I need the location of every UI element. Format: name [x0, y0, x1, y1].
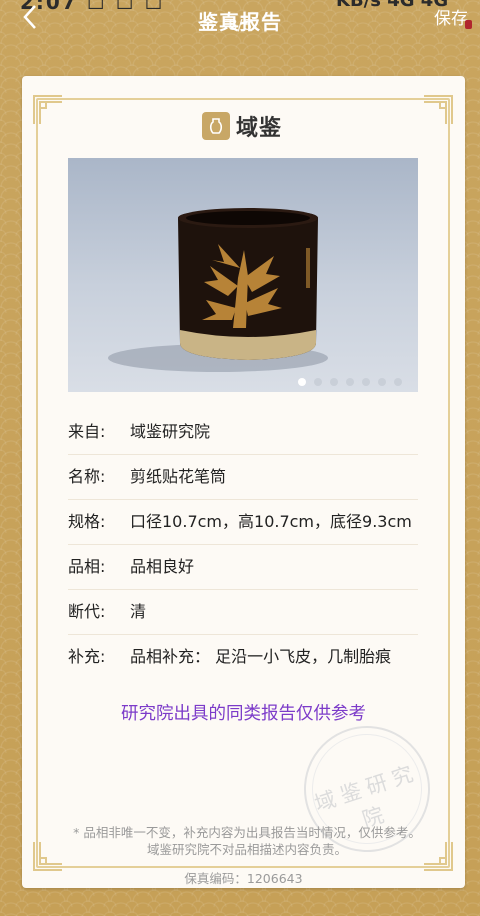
report-card: 域鉴 来自: 域鉴研究院 名称: 剪纸贴花笔筒 规格: 口径10.7cm，高10…	[22, 76, 465, 888]
disclaimer-text: * 品相非唯一不变，补充内容为出具报告当时情况，仅供参考。域鉴研究院不对品相描述…	[73, 825, 421, 857]
detail-value: 域鉴研究院	[130, 422, 211, 441]
detail-label: 规格:	[68, 512, 106, 531]
carousel-dot[interactable]	[298, 378, 306, 386]
chevron-left-icon	[23, 5, 36, 29]
reference-notice: 研究院出具的同类报告仅供参考	[121, 704, 366, 724]
detail-label: 断代:	[68, 602, 106, 621]
detail-value: 口径10.7cm，高10.7cm，底径9.3cm	[130, 512, 412, 531]
detail-row-period: 断代: 清	[68, 590, 418, 635]
detail-label: 名称:	[68, 467, 106, 486]
seal-icon	[465, 20, 472, 29]
back-button[interactable]	[14, 2, 46, 32]
corner-ornament-icon	[33, 95, 62, 124]
detail-row-notes: 补充: 品相补充： 足沿一小飞皮，几制胎痕	[68, 635, 418, 679]
details-list: 来自: 域鉴研究院 名称: 剪纸贴花笔筒 规格: 口径10.7cm，高10.7c…	[68, 410, 418, 679]
authenticity-code: 保真编码：1206643	[184, 871, 303, 886]
status-network: KB/s 4G 4G	[336, 0, 449, 11]
carousel-dots	[298, 378, 402, 386]
page-indicator: 8/8	[228, 16, 253, 34]
detail-value: 品相补充： 足沿一小飞皮，几制胎痕	[130, 647, 392, 666]
carousel-dot[interactable]	[330, 378, 338, 386]
top-nav-bar: 2:07 ☐ ☐ ☐ KB/s 4G 4G 鉴真报告 8/8 保存	[0, 0, 480, 40]
detail-value: 剪纸贴花笔筒	[130, 467, 227, 486]
save-button[interactable]: 保存	[434, 4, 468, 29]
detail-label: 补充:	[68, 647, 106, 666]
item-photo-carousel[interactable]	[68, 158, 418, 392]
detail-label: 品相:	[68, 557, 106, 576]
carousel-dot[interactable]	[314, 378, 322, 386]
detail-row-condition: 品相: 品相良好	[68, 545, 418, 590]
carousel-dot[interactable]	[346, 378, 354, 386]
carousel-dot[interactable]	[362, 378, 370, 386]
vase-icon	[202, 112, 230, 140]
detail-row-name: 名称: 剪纸贴花笔筒	[68, 455, 418, 500]
corner-ornament-icon	[424, 95, 453, 124]
detail-label: 来自:	[68, 422, 106, 441]
brush-pot-image	[108, 208, 328, 372]
detail-value: 品相良好	[130, 557, 195, 576]
carousel-dot[interactable]	[394, 378, 402, 386]
detail-row-size: 规格: 口径10.7cm，高10.7cm，底径9.3cm	[68, 500, 418, 545]
brand-logo: 域鉴	[202, 110, 282, 142]
detail-value: 清	[130, 602, 147, 621]
detail-row-source: 来自: 域鉴研究院	[68, 410, 418, 455]
brand-name: 域鉴	[236, 116, 283, 141]
carousel-dot[interactable]	[378, 378, 386, 386]
